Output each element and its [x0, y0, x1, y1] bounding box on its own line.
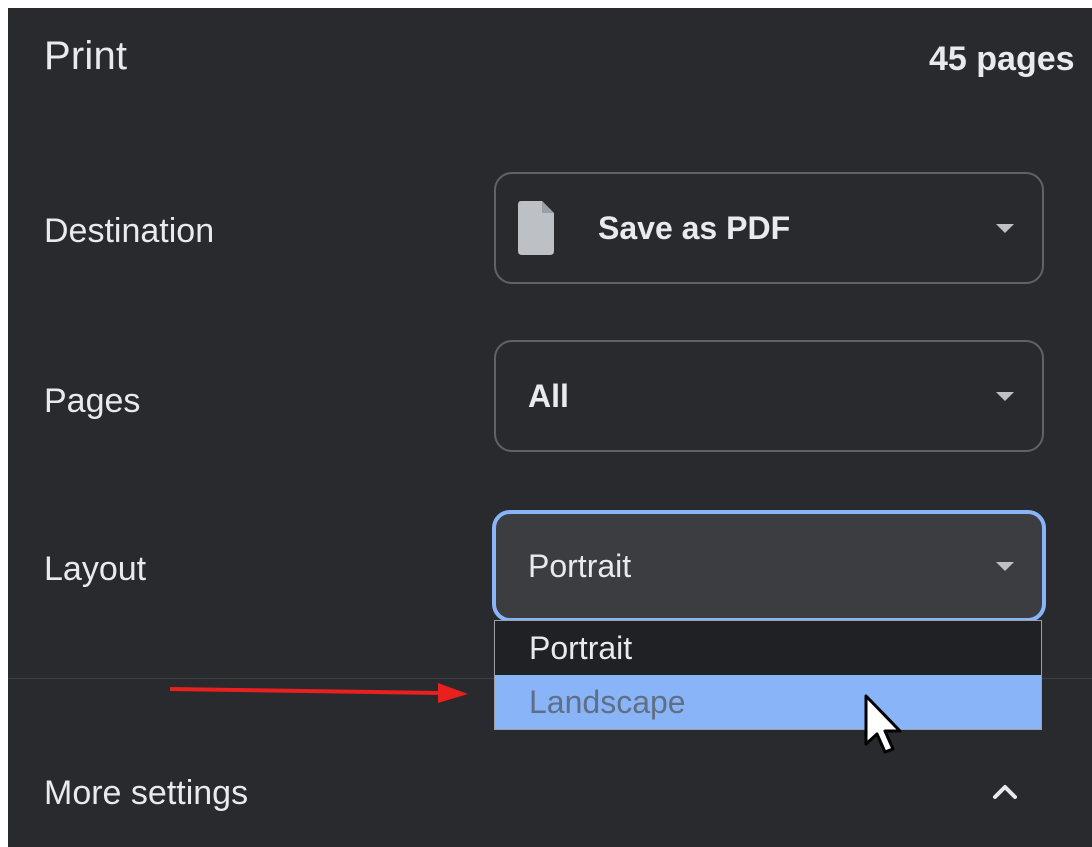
layout-option-portrait[interactable]: Portrait [495, 621, 1041, 675]
layout-select[interactable]: Portrait [492, 510, 1046, 622]
chevron-down-icon [996, 392, 1014, 401]
red-arrow-annotation [169, 683, 468, 703]
destination-select[interactable]: Save as PDF [494, 172, 1044, 284]
layout-option-landscape[interactable]: Landscape [495, 675, 1041, 729]
layout-value: Portrait [528, 547, 632, 584]
more-settings-toggle[interactable]: More settings [44, 774, 248, 813]
page-count: 45 pages [929, 40, 1075, 78]
chevron-up-icon[interactable] [990, 780, 1020, 802]
pages-label: Pages [44, 382, 141, 420]
chevron-down-icon [996, 562, 1014, 571]
destination-value: Save as PDF [598, 209, 791, 246]
pages-select[interactable]: All [494, 340, 1044, 452]
mouse-cursor-icon [864, 694, 902, 754]
layout-label: Layout [44, 550, 147, 588]
destination-label: Destination [44, 212, 215, 250]
pages-value: All [528, 377, 569, 414]
print-dialog-panel: Print 45 pages Destination Save as PDF P… [8, 8, 1092, 847]
dialog-title: Print [44, 34, 128, 78]
chevron-down-icon [996, 224, 1014, 233]
document-icon [518, 201, 554, 255]
layout-dropdown-list: Portrait Landscape [494, 620, 1042, 730]
